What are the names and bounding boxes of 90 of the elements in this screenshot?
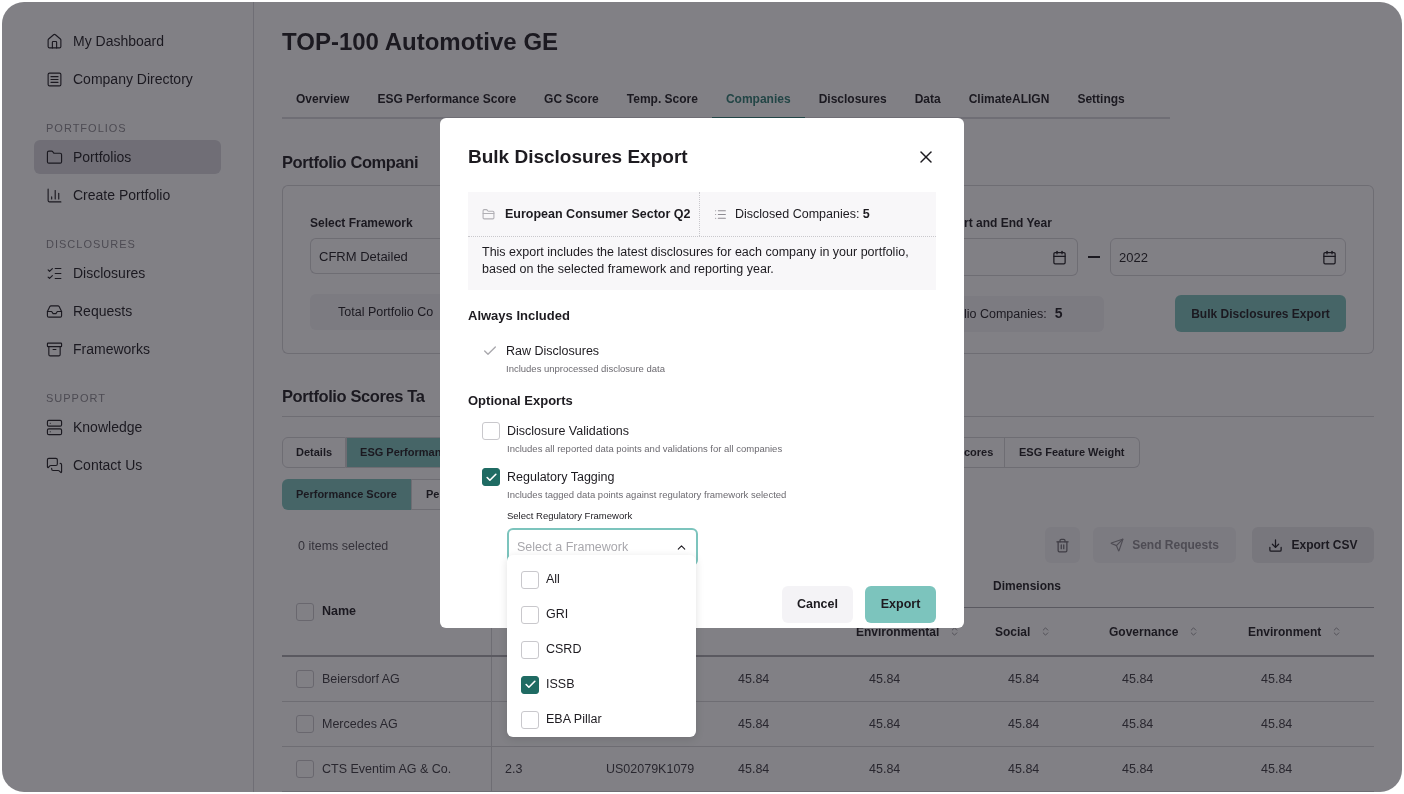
column-header: Environmental bbox=[856, 623, 940, 641]
tab[interactable]: Data bbox=[900, 80, 955, 120]
tab[interactable]: GC Score bbox=[530, 80, 613, 120]
checkbox[interactable] bbox=[521, 675, 539, 694]
option-description: Includes all reported data points and validations for all companies bbox=[506, 441, 784, 456]
table-cell-text: 45.84 bbox=[1122, 760, 1154, 778]
table-cell-text: 45.84 bbox=[738, 670, 770, 688]
check-icon bbox=[523, 678, 537, 691]
company-name: Beiersdorf AG bbox=[322, 670, 400, 688]
page-title: TOP-100 Automotive GE bbox=[282, 27, 560, 57]
table-cell-text: 45.84 bbox=[869, 715, 901, 733]
download-icon bbox=[1268, 537, 1284, 553]
table-cell-text: 45.84 bbox=[1261, 760, 1293, 778]
chat-icon bbox=[46, 456, 63, 474]
companies-label: lio Companies: bbox=[964, 305, 1047, 323]
checkbox[interactable] bbox=[482, 468, 500, 487]
field-label: Select Regulatory Framework bbox=[507, 509, 634, 523]
field-label: Select Framework bbox=[310, 215, 414, 231]
framework-option[interactable]: EBA Pillar bbox=[507, 702, 696, 737]
table-cell-text: 45.84 bbox=[1008, 670, 1040, 688]
server-icon bbox=[46, 418, 63, 436]
company-name: Mercedes AG bbox=[322, 715, 398, 733]
view-tab[interactable]: Details bbox=[282, 437, 347, 468]
option-label: Regulatory Tagging bbox=[507, 469, 615, 486]
calendar-icon bbox=[1322, 249, 1337, 265]
table-cell-text: 45.84 bbox=[1122, 715, 1154, 733]
framework-option[interactable]: CSRD bbox=[507, 632, 696, 667]
delete-button[interactable] bbox=[1045, 527, 1080, 563]
tab[interactable]: Temp. Score bbox=[612, 80, 712, 120]
bar-chart-icon bbox=[46, 186, 63, 204]
group-header: Dimensions bbox=[993, 577, 1061, 595]
section-heading: Optional Exports bbox=[468, 391, 574, 410]
section-heading: Portfolio Compani bbox=[282, 152, 420, 174]
calendar-icon bbox=[1052, 249, 1067, 265]
send-icon bbox=[1110, 538, 1125, 552]
table-cell-text: 45.84 bbox=[869, 670, 901, 688]
option-description: Includes unprocessed disclosure data bbox=[505, 362, 666, 377]
trash-icon bbox=[1055, 537, 1070, 553]
column-header: Environment bbox=[1248, 623, 1322, 641]
companies-count: 5 bbox=[1054, 304, 1063, 324]
table-cell-text: 45.84 bbox=[1261, 670, 1293, 688]
column-header: Governance bbox=[1109, 623, 1179, 641]
total-chip: Total Portfolio Co bbox=[310, 294, 440, 331]
export-button[interactable]: Export bbox=[865, 586, 936, 624]
field-label: rt and End Year bbox=[964, 215, 1053, 231]
tab[interactable]: ESG Performance Score bbox=[363, 80, 531, 120]
view-tab[interactable]: cores bbox=[964, 437, 1005, 468]
export-description: This export includes the latest disclosures for each company in your portfolio, based on the selected framework and reporting year. bbox=[481, 244, 910, 278]
table-cell-text: 45.84 bbox=[1122, 670, 1154, 688]
table-cell-text: 45.84 bbox=[1008, 760, 1040, 778]
framework-option[interactable]: GRI bbox=[507, 597, 696, 632]
inbox-icon bbox=[46, 302, 63, 320]
tab[interactable]: ClimateALIGN bbox=[954, 80, 1064, 120]
column-header: Name bbox=[322, 603, 357, 621]
list-icon bbox=[714, 207, 727, 221]
selection-count: 0 items selected bbox=[298, 539, 389, 553]
column-header: Social bbox=[995, 623, 1031, 641]
portfolio-name: European Consumer Sector Q2 bbox=[505, 205, 691, 223]
folder-icon bbox=[46, 148, 63, 166]
table-cell-text: 45.84 bbox=[738, 715, 770, 733]
section-heading: Always Included bbox=[468, 307, 571, 325]
company-name: CTS Eventim AG & Co. bbox=[322, 760, 452, 778]
tab[interactable]: Settings bbox=[1063, 80, 1139, 120]
table-cell-text: 45.84 bbox=[869, 760, 901, 778]
option-label: Raw Disclosures bbox=[506, 342, 600, 360]
list-icon bbox=[46, 70, 63, 88]
bulk-export-button[interactable]: Bulk Disclosures Export bbox=[1175, 295, 1346, 333]
table-cell-text: 2.3 bbox=[505, 760, 523, 778]
framework-option[interactable]: ISSB bbox=[507, 667, 696, 702]
disclosed-count: Disclosed Companies: 5 bbox=[735, 205, 870, 223]
dialog-title: Bulk Disclosures Export bbox=[468, 144, 688, 169]
option-label: Disclosure Validations bbox=[507, 423, 630, 440]
table-cell-text: US02079K1079 bbox=[606, 760, 695, 778]
table-cell-text: 45.84 bbox=[738, 760, 770, 778]
check-icon bbox=[484, 470, 498, 484]
archive-icon bbox=[46, 340, 63, 358]
sidebar-item[interactable]: Portfolios bbox=[34, 140, 221, 174]
sub-tab[interactable]: Performance Score bbox=[282, 479, 411, 510]
house-icon bbox=[46, 32, 63, 50]
option-description: Includes tagged data points against regulatory framework selected bbox=[506, 487, 788, 502]
table-cell-text: 45.84 bbox=[1261, 715, 1293, 733]
tab[interactable]: Overview bbox=[282, 80, 364, 120]
export-csv-button[interactable]: Export CSV bbox=[1252, 527, 1374, 563]
end-year-field[interactable]: 2022 bbox=[1110, 238, 1346, 277]
section-heading: Portfolio Scores Ta bbox=[282, 385, 426, 407]
table-cell-text: 45.84 bbox=[1008, 715, 1040, 733]
cancel-button[interactable]: Cancel bbox=[782, 586, 853, 624]
folder-icon bbox=[482, 207, 495, 221]
view-tab[interactable]: ESG Feature Weight bbox=[1005, 437, 1140, 468]
tab[interactable]: Disclosures bbox=[804, 80, 901, 120]
